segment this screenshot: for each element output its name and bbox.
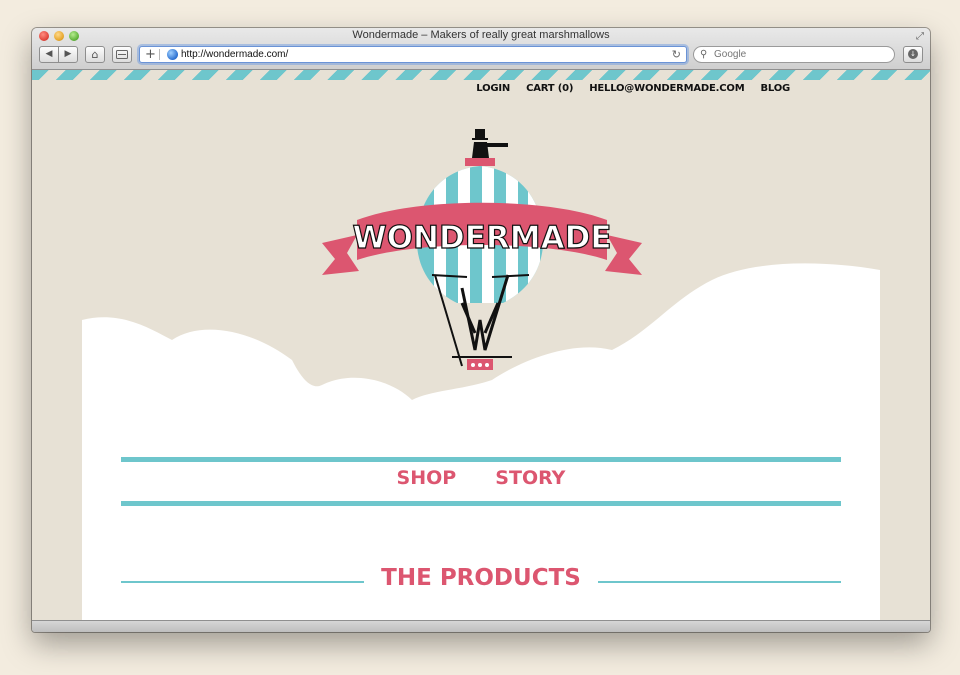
logo-text: WONDERMADE [352, 220, 611, 256]
striped-border [32, 70, 930, 80]
search-field[interactable]: ⚲ [693, 46, 895, 63]
globe-icon [167, 49, 178, 60]
reader-button[interactable] [112, 46, 132, 63]
browser-window: Wondermade – Makers of really great mars… [32, 28, 930, 632]
home-icon: ⌂ [91, 48, 99, 61]
main-nav: SHOP STORY [32, 467, 930, 489]
address-bar[interactable]: + http://wondermade.com/ ↻ [139, 46, 687, 63]
wondermade-logo[interactable]: WONDERMADE [317, 125, 647, 370]
status-bar [32, 620, 930, 632]
page-viewport: LOGIN CART (0) HELLO@WONDERMADE.COM BLOG [32, 70, 930, 620]
download-icon: ↓ [908, 49, 918, 59]
nav-cart-link[interactable]: CART (0) [526, 83, 573, 94]
nav-login-link[interactable]: LOGIN [476, 83, 510, 94]
search-icon: ⚲ [700, 49, 708, 60]
nav-blog-link[interactable]: BLOG [760, 83, 790, 94]
forward-button[interactable]: ▶ [58, 46, 78, 63]
url-text[interactable]: http://wondermade.com/ [181, 48, 288, 62]
nav-shop-link[interactable]: SHOP [397, 467, 457, 489]
divider-bottom [121, 501, 841, 506]
window-title: Wondermade – Makers of really great mars… [352, 29, 610, 41]
home-button[interactable]: ⌂ [85, 46, 105, 63]
search-input[interactable] [714, 48, 884, 61]
reload-icon[interactable]: ↻ [672, 47, 681, 62]
tray-icon [116, 50, 128, 59]
title-bar: Wondermade – Makers of really great mars… [32, 28, 930, 70]
add-bookmark-icon[interactable]: + [145, 47, 156, 62]
nav-email-link[interactable]: HELLO@WONDERMADE.COM [589, 83, 744, 94]
address-divider [159, 49, 160, 60]
downloads-button[interactable]: ↓ [903, 46, 923, 63]
back-button[interactable]: ◀ [39, 46, 59, 63]
fullscreen-icon[interactable]: ⤢ [916, 31, 924, 42]
products-rule-right [598, 581, 841, 583]
divider-top [121, 457, 841, 462]
section-title: THE PRODUCTS [381, 565, 581, 591]
nav-story-link[interactable]: STORY [495, 467, 565, 489]
top-nav: LOGIN CART (0) HELLO@WONDERMADE.COM BLOG [476, 83, 790, 94]
